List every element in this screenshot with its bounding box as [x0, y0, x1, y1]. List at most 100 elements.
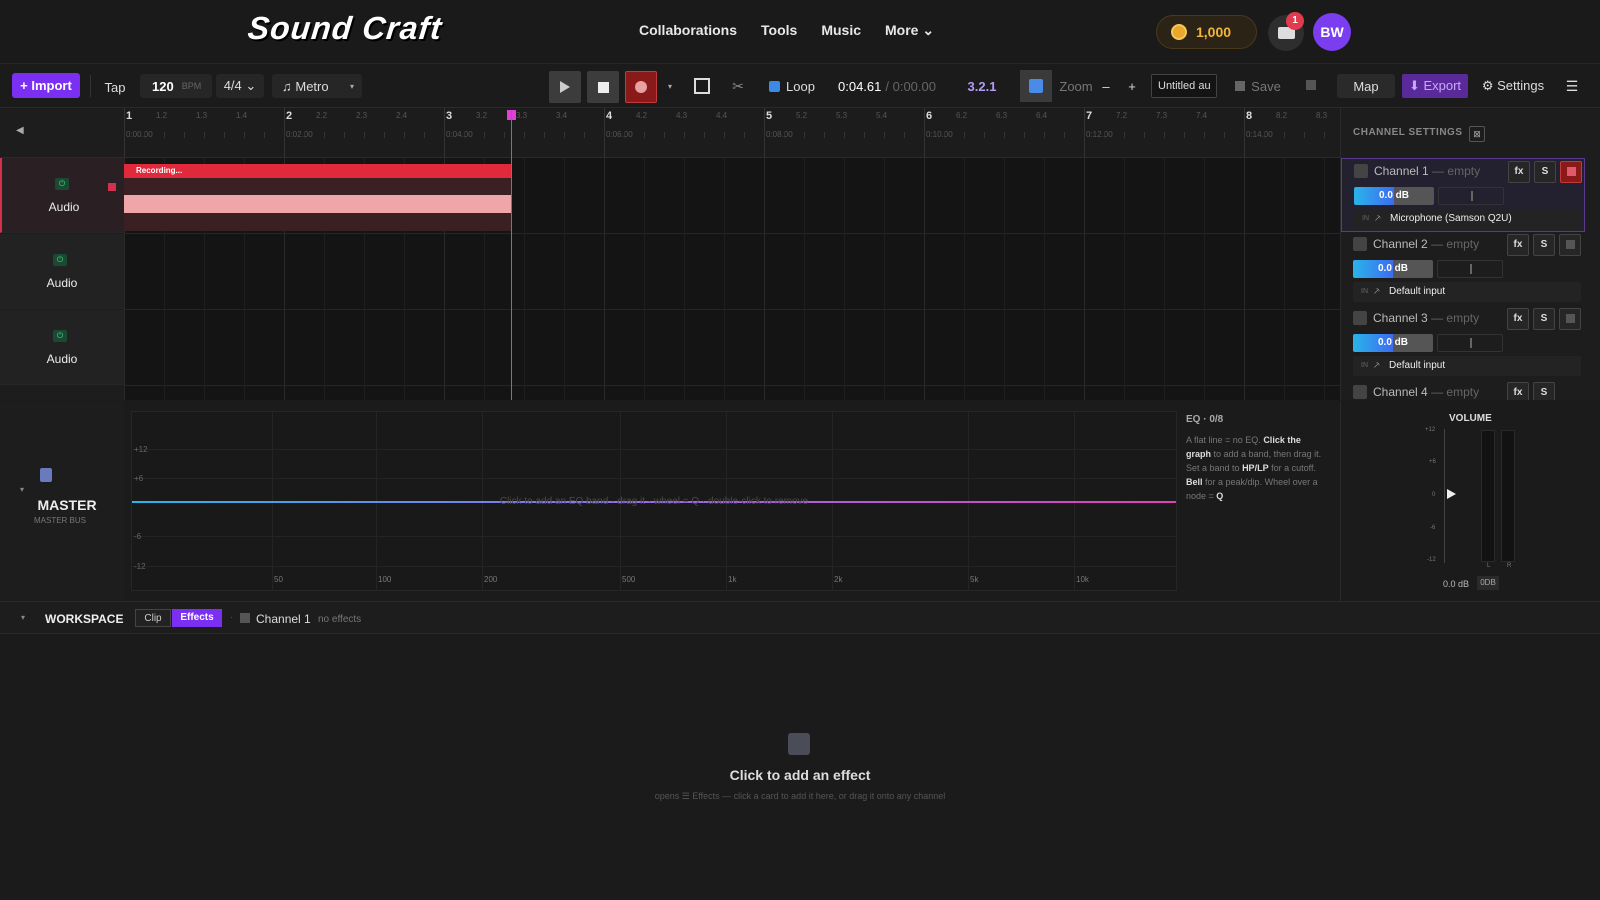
eq-grid-line [132, 536, 1176, 537]
workspace-title: WORKSPACE [45, 612, 124, 626]
pan-slider[interactable] [1437, 260, 1503, 278]
nav-tools[interactable]: Tools [761, 22, 797, 39]
channel-checkbox[interactable] [1354, 164, 1368, 178]
input-select[interactable]: IN ⸕ Microphone (Samson Q2U) [1354, 209, 1582, 229]
solo-button[interactable]: S [1534, 161, 1556, 183]
grid-line [1244, 158, 1245, 400]
track-row[interactable]: ⏻ Audio [0, 310, 124, 385]
follow-playhead-button[interactable] [1020, 70, 1052, 102]
solo-button[interactable]: S [1533, 308, 1555, 330]
stop-button[interactable] [587, 71, 619, 103]
scissors-icon[interactable]: ✂ [728, 76, 748, 96]
project-name-input[interactable]: Untitled au [1151, 74, 1217, 98]
ruler-beat-label: 2.4 [396, 111, 408, 120]
reset-0db-button[interactable]: 0DB [1477, 576, 1499, 590]
timeline-ruler[interactable]: 1 0:00.00 1.2 1.3 1.4 2 0:02.00 2.2 2.3 2.4 3 0:04.… [124, 108, 1340, 158]
ruler-beat-label: 3.2 [476, 111, 488, 120]
master-title: MASTER [37, 497, 97, 513]
track-row[interactable]: ⏻ Audio [0, 234, 124, 309]
chevron-down-icon[interactable]: ▾ [350, 82, 354, 91]
nav-more[interactable]: More ⌄ [885, 22, 934, 39]
channel-checkbox[interactable] [1353, 311, 1367, 325]
channel-checkbox[interactable] [1353, 385, 1367, 399]
mic-icon: ⸕ [1374, 213, 1382, 224]
punch-button[interactable] [692, 76, 712, 96]
ruler-tick [824, 132, 825, 138]
settings-button[interactable]: ⚙ Settings [1480, 74, 1546, 98]
volume-fader[interactable]: 0.0 dB [1353, 260, 1433, 278]
loop-toggle[interactable]: Loop [766, 76, 818, 96]
grid-icon[interactable] [1306, 80, 1316, 90]
ruler-tick [1024, 132, 1025, 138]
power-icon[interactable]: ⏻ [55, 178, 69, 190]
collapse-workspace-icon[interactable]: ▾ [21, 613, 25, 622]
pan-slider[interactable] [1437, 334, 1503, 352]
solo-button[interactable]: S [1533, 234, 1555, 256]
eq-hint: Click to add an EQ band · drag it · whee… [499, 496, 809, 507]
volume-scale-label: 0 [1432, 492, 1436, 498]
export-button[interactable]: ⬇ Export [1402, 74, 1468, 98]
ruler-beat-label: 1.4 [236, 111, 248, 120]
collapse-master-icon[interactable]: ▾ [20, 485, 24, 494]
track-row[interactable]: ⏻ Audio [0, 158, 124, 233]
ruler-bar-line [1084, 108, 1085, 157]
record-arm-button[interactable] [1559, 234, 1581, 256]
play-button[interactable] [549, 71, 581, 103]
fx-button[interactable]: fx [1507, 308, 1529, 330]
ruler-tick [584, 132, 585, 138]
expand-icon[interactable]: ⊠ [1469, 126, 1485, 142]
bpm-field[interactable]: 120 BPM [140, 74, 212, 98]
empty-title[interactable]: Click to add an effect [0, 767, 1600, 783]
ruler-tick [344, 132, 345, 138]
collapse-tracks-icon[interactable]: ◀ [16, 125, 24, 136]
app-logo[interactable]: Sound Craft [246, 10, 444, 47]
import-button[interactable]: + Import [12, 73, 80, 98]
ruler-bar-line [764, 108, 765, 157]
eq-graph[interactable]: Click to add an EQ band · drag it · whee… [131, 411, 1177, 591]
grid-line [724, 158, 725, 400]
channel-checkbox[interactable] [1353, 237, 1367, 251]
fx-button[interactable]: fx [1507, 234, 1529, 256]
ruler-tick [1164, 132, 1165, 138]
save-button[interactable]: Save [1234, 76, 1282, 96]
record-button[interactable] [625, 71, 657, 103]
volume-fader[interactable]: 0.0 dB [1353, 334, 1433, 352]
menu-icon[interactable]: ☰ [1562, 74, 1582, 98]
fx-button[interactable]: fx [1508, 161, 1530, 183]
coin-balance[interactable]: 1,000 [1156, 15, 1257, 49]
ruler-tick [364, 132, 365, 138]
record-arm-button[interactable] [1559, 308, 1581, 330]
volume-handle[interactable] [1447, 489, 1456, 499]
solo-button[interactable]: S [1533, 382, 1555, 400]
input-select[interactable]: IN ⸕ Default input [1353, 356, 1581, 376]
tap-tempo-button[interactable]: Tap [98, 77, 132, 97]
zoom-in-button[interactable]: + [1124, 76, 1140, 96]
map-button[interactable]: Map [1337, 74, 1395, 98]
input-select[interactable]: IN ⸕ Default input [1353, 282, 1581, 302]
power-icon[interactable]: ⏻ [53, 330, 67, 342]
power-icon[interactable]: ⏻ [53, 254, 67, 266]
tab-clip[interactable]: Clip [135, 609, 171, 627]
record-options-chevron-icon[interactable]: ▾ [664, 79, 676, 93]
user-avatar[interactable]: BW [1313, 13, 1351, 51]
metronome-button[interactable]: ♫ Metro ▾ [272, 74, 362, 98]
time-signature-select[interactable]: 4/4 ⌄ [216, 74, 264, 98]
grid-line [644, 158, 645, 400]
effects-empty-state[interactable]: Click to add an effect opens ☰ Effects —… [0, 634, 1600, 900]
nav-music[interactable]: Music [821, 22, 861, 39]
volume-fader[interactable]: 0.0 dB [1354, 187, 1434, 205]
ruler-beat-label: 5.4 [876, 111, 888, 120]
ruler-beat-label: 1.2 [156, 111, 168, 120]
fx-button[interactable]: fx [1507, 382, 1529, 400]
ruler-beat-label: 2.3 [356, 111, 368, 120]
meter-right-label: R [1507, 563, 1512, 569]
pan-slider[interactable] [1438, 187, 1504, 205]
record-arm-icon[interactable] [108, 183, 116, 191]
zoom-out-button[interactable]: – [1098, 76, 1114, 96]
track-lanes[interactable]: Recording... [124, 158, 1340, 400]
nav-collaborations[interactable]: Collaborations [639, 22, 737, 39]
track-name: Audio [48, 200, 80, 214]
grid-line [1164, 158, 1165, 400]
record-arm-button[interactable] [1560, 161, 1582, 183]
tab-effects[interactable]: Effects [172, 609, 222, 627]
